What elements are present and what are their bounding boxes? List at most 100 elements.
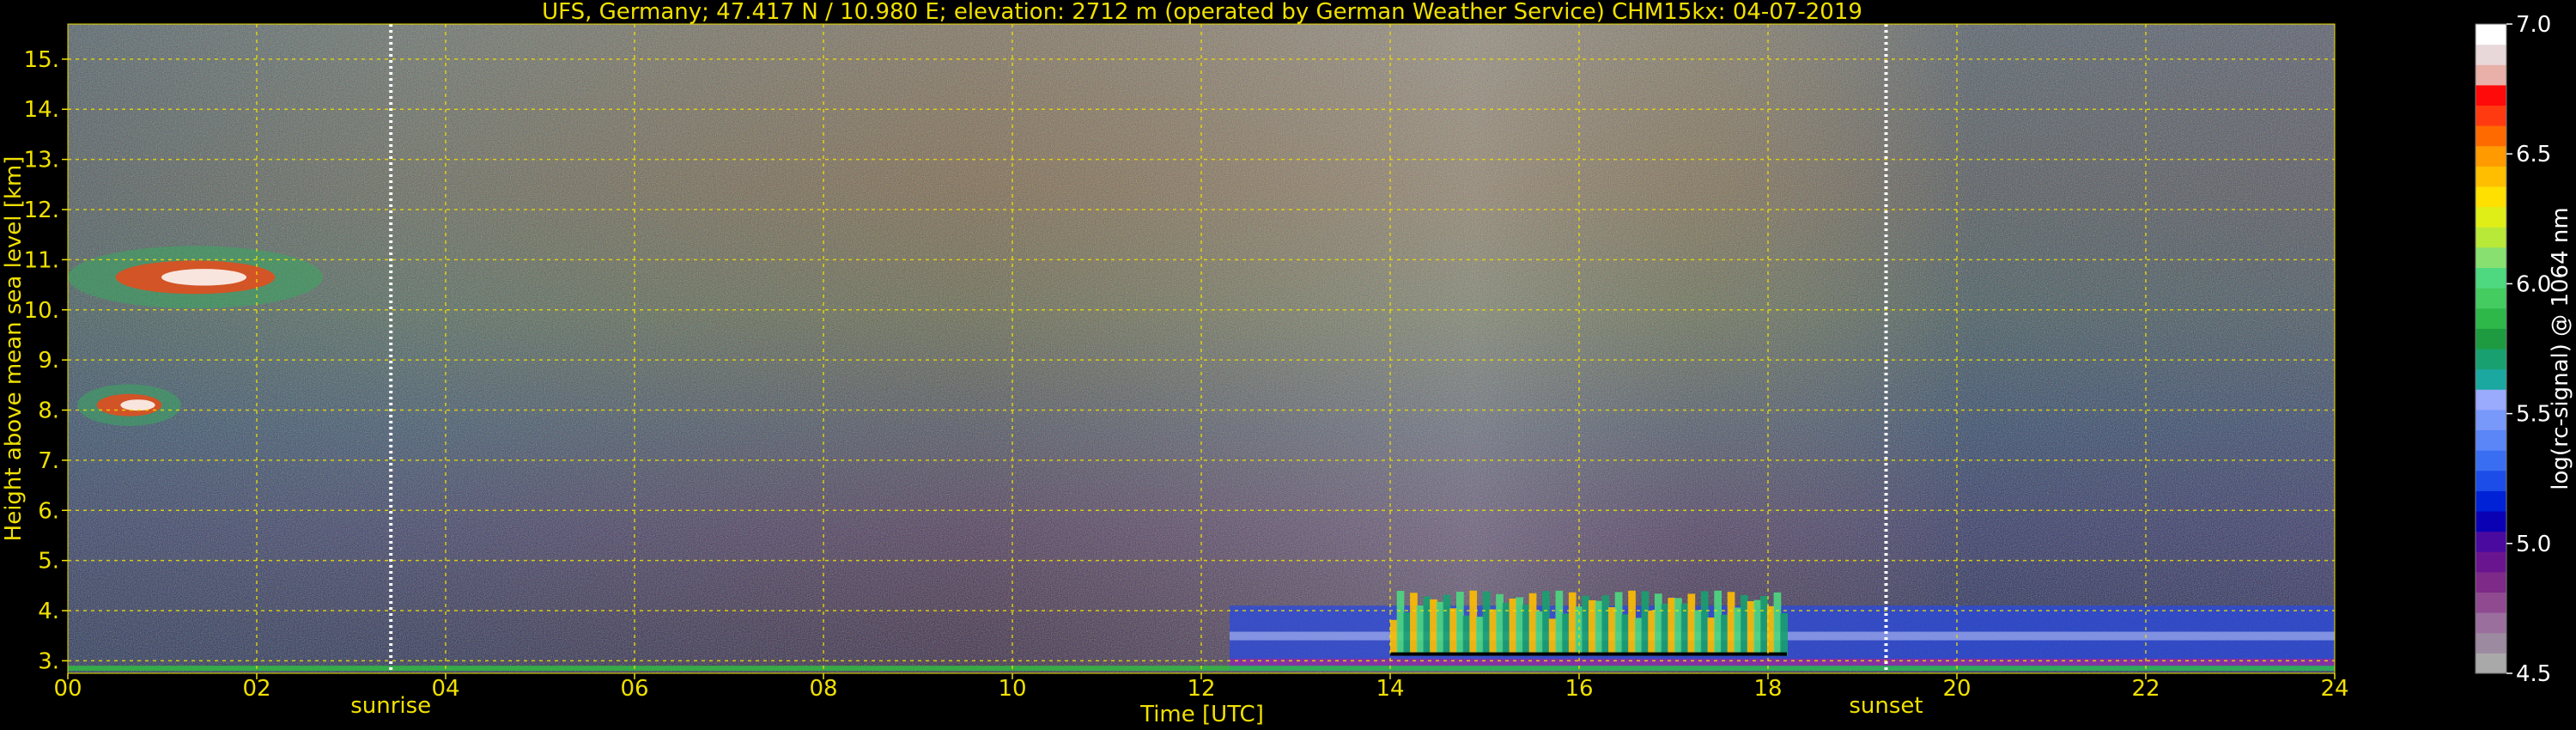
aerosol-column (1396, 590, 1405, 656)
aerosol-column (1668, 598, 1676, 656)
aerosol-column (1661, 603, 1669, 656)
colorbar-swatch (2476, 632, 2506, 654)
x-tick-label: 02 (242, 676, 270, 702)
aerosol-column (1582, 595, 1589, 656)
aerosol-column (1734, 607, 1742, 656)
aerosol-column (1621, 614, 1630, 656)
x-tick-label: 04 (431, 676, 459, 702)
colorbar-label: log(rc-signal) @ 1064 nm (2548, 207, 2573, 490)
aerosol-column (1595, 600, 1603, 656)
colorbar-swatch (2476, 409, 2506, 430)
colorbar-swatch (2476, 105, 2506, 126)
aerosol-column (1608, 607, 1616, 656)
aerosol-column (1542, 591, 1550, 656)
aerosol-column (1634, 617, 1643, 656)
colorbar-swatches (2476, 24, 2506, 674)
colorbar-swatch (2476, 389, 2506, 411)
aerosol-column (1410, 593, 1418, 656)
aerosol-column (1462, 615, 1471, 656)
x-tick-label: 00 (53, 676, 82, 702)
y-tick-label: 8. (38, 398, 59, 424)
y-tick-label: 12. (24, 198, 59, 223)
aerosol-column (1614, 592, 1623, 656)
aerosol-column (1416, 605, 1425, 656)
colorbar-swatch (2476, 612, 2506, 634)
aerosol-base-line (1390, 652, 1787, 656)
y-axis-label: Height above mean sea level [km] (1, 156, 27, 542)
colorbar-swatch (2476, 267, 2506, 289)
aerosol-column (1390, 619, 1398, 656)
colorbar-tick-label: 5.5 (2516, 402, 2551, 428)
y-tick-label: 13. (24, 148, 59, 173)
aerosol-column (1443, 594, 1451, 656)
x-tick-label: 18 (1753, 676, 1782, 702)
aerosol-column (1548, 618, 1557, 656)
boundary-layer-edge (1230, 659, 2335, 666)
aerosol-column (1674, 598, 1682, 656)
aerosol-column (1496, 593, 1504, 656)
y-tick-label: 11. (24, 247, 59, 273)
colorbar: 4.5 5.0 5.5 6.0 6.5 7.0 log(rc-signal) @ 1064… (2475, 12, 2573, 687)
aerosol-column (1449, 608, 1457, 656)
sunrise-label: sunrise (350, 693, 431, 719)
aerosol-column (1568, 592, 1577, 656)
colorbar-swatch (2476, 470, 2506, 491)
aerosol-column (1456, 591, 1464, 656)
colorbar-swatch (2476, 44, 2506, 65)
colorbar-swatch (2476, 328, 2506, 350)
y-tick-label: 3. (38, 648, 59, 674)
aerosol-column (1528, 593, 1537, 656)
y-tick-label: 5. (38, 549, 59, 575)
y-tick-label: 9. (38, 348, 59, 374)
aerosol-column (1655, 593, 1662, 656)
cloud-center (120, 399, 155, 411)
aerosol-column (1430, 599, 1437, 656)
x-tick-label: 06 (620, 676, 648, 702)
colorbar-swatch (2476, 24, 2506, 46)
feature-0 (68, 246, 323, 309)
aerosol-column (1469, 590, 1478, 656)
colorbar-swatch (2476, 84, 2506, 106)
aerosol-column (1555, 590, 1564, 656)
aerosol-column (1700, 591, 1709, 656)
y-axis-ticks: 3. 4. 5. 6. 7. 8. 9. 10. 11. 12. 13. 14. 15. (24, 47, 68, 674)
x-tick-label: 16 (1564, 676, 1593, 702)
x-tick-label: 24 (2320, 676, 2348, 702)
cloud-center (161, 269, 246, 286)
aerosol-column (1509, 598, 1517, 656)
aerosol-column (1562, 613, 1570, 656)
aerosol-column (1694, 610, 1702, 656)
colorbar-swatch (2476, 227, 2506, 248)
x-tick-label: 22 (2131, 676, 2160, 702)
aerosol-column (1760, 596, 1768, 656)
aerosol-column (1403, 612, 1412, 656)
aerosol-column (1423, 596, 1431, 656)
x-tick-label: 12 (1187, 676, 1215, 702)
aerosol-column (1482, 591, 1491, 656)
y-tick-label: 7. (38, 448, 59, 474)
aerosol-column (1687, 593, 1696, 656)
plot-area: sunrise sunset (67, 23, 2336, 719)
colorbar-swatch (2476, 571, 2506, 593)
aerosol-column (1753, 599, 1762, 656)
colorbar-swatch (2476, 368, 2506, 390)
colorbar-swatch (2476, 288, 2506, 309)
colorbar-swatch (2476, 429, 2506, 451)
aerosol-column (1436, 601, 1444, 656)
sunset-label: sunset (1849, 693, 1923, 719)
aerosol-column (1707, 617, 1716, 656)
x-axis-label: Time [UTC] (1139, 702, 1264, 727)
aerosol-column (1589, 599, 1596, 656)
colorbar-swatch (2476, 653, 2506, 674)
y-tick-label: 6. (38, 498, 59, 524)
colorbar-tick-label: 5.0 (2516, 532, 2551, 557)
x-tick-label: 14 (1376, 676, 1404, 702)
colorbar-tick-label: 7.0 (2516, 12, 2551, 38)
y-tick-label: 10. (24, 298, 59, 324)
aerosol-column (1516, 597, 1523, 656)
aerosol-column (1648, 610, 1656, 656)
aerosol-column (1780, 613, 1788, 656)
colorbar-swatch (2476, 64, 2506, 86)
colorbar-tick-label: 6.0 (2516, 271, 2551, 297)
feature-3 (1390, 590, 1788, 656)
